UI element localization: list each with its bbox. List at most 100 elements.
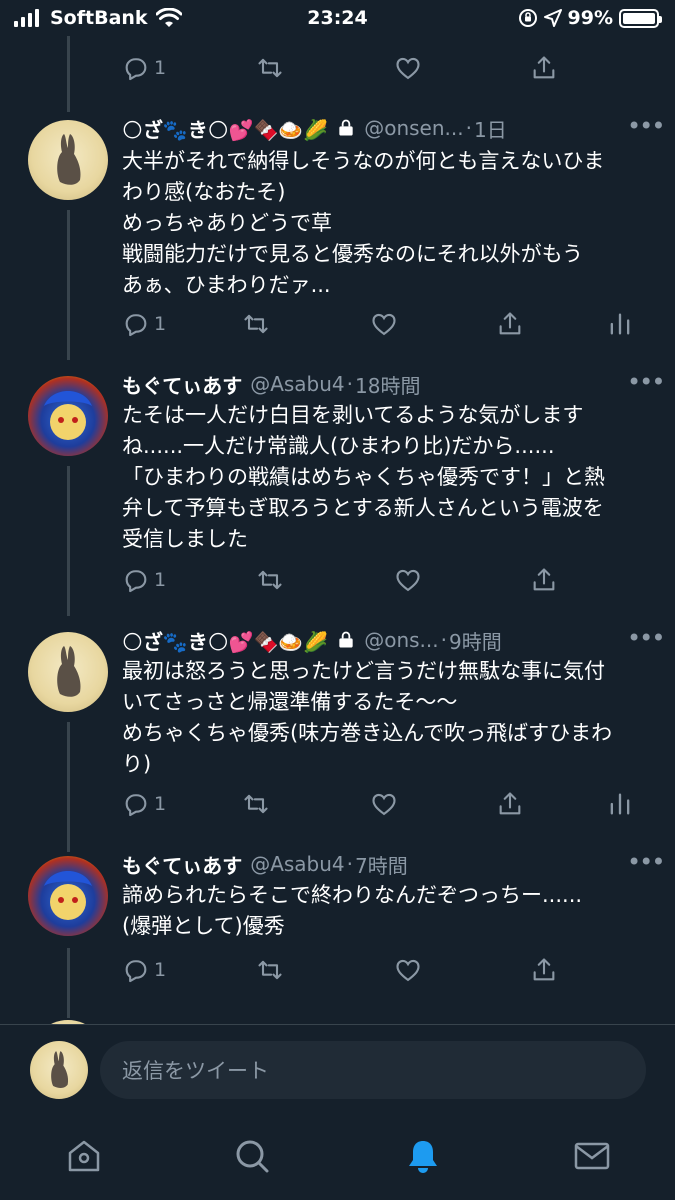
timestamp[interactable]: 7時間 [355, 850, 408, 879]
more-options-button[interactable]: ••• [627, 850, 665, 881]
heart-icon [396, 959, 420, 982]
avatar[interactable] [28, 120, 108, 200]
thread-line [67, 948, 70, 1018]
more-options-button[interactable]: ••• [627, 114, 665, 145]
avatar[interactable] [28, 376, 108, 456]
heart-icon [372, 313, 396, 336]
location-icon [543, 9, 562, 27]
retweet-icon [258, 58, 282, 78]
share-icon [533, 568, 555, 591]
tweet-header: 🌕ざ🐾き🌕💕🍫🍛🌽 @onsen... · 1日 [122, 113, 635, 143]
separator-dot: · [440, 628, 447, 652]
search-icon [236, 1140, 269, 1173]
home-icon [68, 1140, 100, 1172]
handle[interactable]: @Asabu4 [250, 852, 344, 876]
like-button[interactable] [370, 304, 398, 344]
handle[interactable]: @onsen... [364, 116, 463, 140]
timestamp[interactable]: 18時間 [355, 370, 420, 399]
retweet-button[interactable] [256, 950, 284, 990]
reply-composer: 返信をツイート [0, 1024, 675, 1120]
reply-button[interactable]: 1 [122, 784, 166, 824]
heart-icon [372, 793, 396, 816]
reply-count: 1 [154, 569, 167, 591]
more-options-button[interactable]: ••• [627, 626, 665, 657]
tab-notifications[interactable] [401, 1134, 445, 1178]
tab-search[interactable] [230, 1134, 274, 1178]
separator-dot: · [346, 852, 354, 876]
retweet-button[interactable] [242, 304, 270, 344]
rabbit-silhouette-icon [57, 646, 81, 697]
messages-icon [574, 1142, 610, 1170]
battery-fill [623, 12, 655, 24]
avatar[interactable] [28, 856, 108, 936]
handle[interactable]: @ons... [364, 628, 438, 652]
status-left: SoftBank [14, 7, 182, 29]
retweet-button[interactable] [256, 560, 284, 600]
more-options-button[interactable]: ••• [627, 370, 665, 401]
reply-input[interactable]: 返信をツイート [100, 1041, 646, 1099]
heart-icon [396, 569, 420, 592]
share-icon [499, 312, 521, 335]
lock-icon [339, 631, 353, 648]
retweet-icon [258, 960, 282, 980]
handle[interactable]: @Asabu4 [250, 372, 344, 396]
reply-count: 1 [154, 57, 167, 79]
display-name[interactable]: 🌕ざ🐾き🌕💕🍫🍛🌽 [122, 114, 328, 143]
thread-line [67, 466, 70, 616]
heart-icon [396, 57, 420, 80]
share-icon [533, 56, 555, 79]
carrier-name: SoftBank [50, 7, 148, 29]
reply-button[interactable]: 1 [122, 560, 166, 600]
reply-placeholder: 返信をツイート [122, 1059, 269, 1083]
reply-icon [125, 794, 147, 817]
signal-icon [14, 9, 39, 27]
retweet-button[interactable] [242, 784, 270, 824]
tweet-actions: 1 [122, 784, 642, 824]
timestamp[interactable]: 9時間 [449, 626, 502, 655]
analytics-button[interactable] [606, 784, 634, 824]
tweet-text: 諦められたらそこで終わりなんだぞつっちー...... (爆弾として)優秀 [122, 883, 583, 938]
display-name[interactable]: もぐてぃあす [122, 850, 242, 879]
character-illustration-icon [44, 391, 92, 440]
reply-button[interactable]: 1 [122, 950, 166, 990]
avatar[interactable] [28, 632, 108, 712]
like-button[interactable] [394, 48, 422, 88]
reply-count: 1 [154, 313, 167, 335]
wifi-icon [155, 8, 182, 27]
share-icon [533, 958, 555, 981]
analytics-button[interactable] [606, 304, 634, 344]
tab-messages[interactable] [570, 1134, 614, 1178]
separator-dot: · [346, 372, 354, 396]
separator-dot: · [465, 116, 472, 140]
reply-icon [125, 570, 147, 593]
share-button[interactable] [496, 304, 524, 344]
share-button[interactable] [530, 560, 558, 600]
like-button[interactable] [394, 560, 422, 600]
my-avatar [30, 1041, 88, 1099]
retweet-icon [244, 314, 268, 334]
tab-home[interactable] [62, 1134, 106, 1178]
share-button[interactable] [530, 950, 558, 990]
display-name[interactable]: 🌕ざ🐾き🌕💕🍫🍛🌽 [122, 626, 328, 655]
battery-percent: 99% [567, 7, 613, 29]
rabbit-silhouette-icon [57, 134, 81, 185]
character-illustration-icon [44, 871, 92, 920]
tab-bar [0, 1120, 675, 1200]
like-button[interactable] [394, 950, 422, 990]
status-bar: SoftBank 23:24 99% [0, 0, 675, 36]
retweet-button[interactable] [256, 48, 284, 88]
tweet-actions: 1 [122, 950, 642, 990]
display-name[interactable]: もぐてぃあす [122, 370, 242, 399]
like-button[interactable] [370, 784, 398, 824]
share-button[interactable] [496, 784, 524, 824]
share-button[interactable] [530, 48, 558, 88]
reply-count: 1 [154, 793, 167, 815]
reply-icon [125, 58, 147, 81]
reply-button[interactable]: 1 [122, 48, 166, 88]
retweet-icon [258, 570, 282, 590]
timestamp[interactable]: 1日 [474, 114, 507, 143]
reply-button[interactable]: 1 [122, 304, 166, 344]
analytics-icon [610, 793, 630, 815]
tweet-header: もぐてぃあす @Asabu4 · 18時間 [122, 369, 635, 399]
thread-line [67, 36, 70, 112]
